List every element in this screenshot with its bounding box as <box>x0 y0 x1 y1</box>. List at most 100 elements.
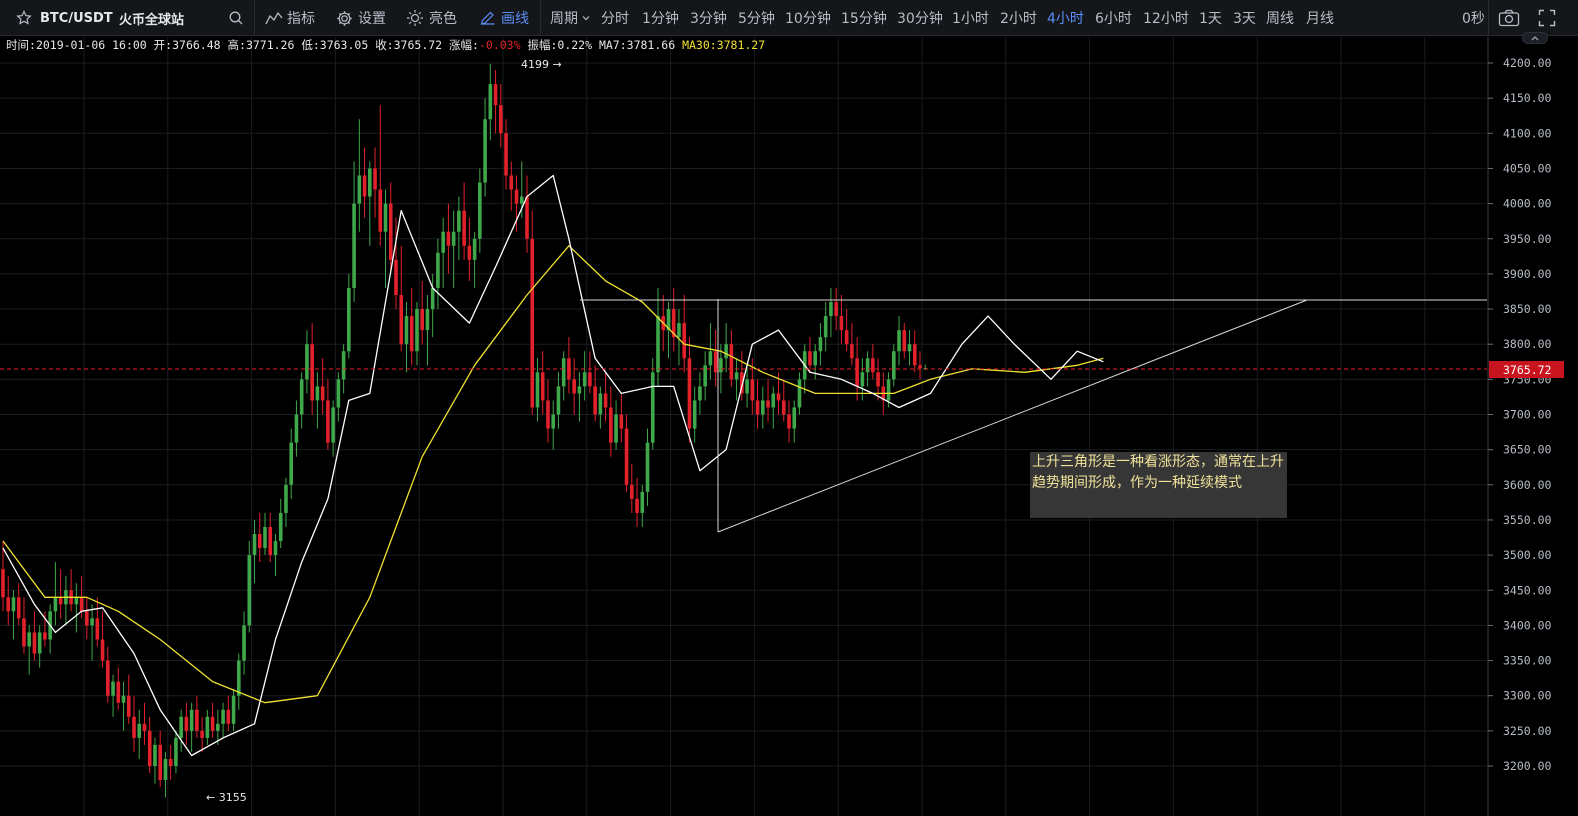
candlestick-chart[interactable]: 3200.00 3250.00 3300.00 3350.00 3400.00 3450.… <box>0 37 1578 816</box>
low-marker-value: 3155 <box>219 791 247 804</box>
period-tab[interactable]: 30分钟 <box>897 0 943 36</box>
candle-body <box>493 84 498 106</box>
high-marker: 4199 → <box>521 58 562 71</box>
candle-body <box>399 294 404 345</box>
candle-body <box>409 316 414 352</box>
close-label: 收: <box>375 38 394 52</box>
candle-body <box>850 344 854 359</box>
camera-icon[interactable] <box>1498 0 1520 36</box>
candle-body <box>404 316 409 345</box>
period-tab[interactable]: 15分钟 <box>841 0 887 36</box>
candle-body <box>472 238 477 260</box>
exchange-name: 火币全球站 <box>119 12 185 28</box>
chart-annotation[interactable]: 上升三角形是一种看涨形态，通常在上升趋势期间形成，作为一种延续模式 <box>1030 452 1287 518</box>
period-tab[interactable]: 分时 <box>601 0 629 36</box>
candle-body <box>635 498 639 513</box>
candle-body <box>53 597 58 612</box>
candle-body <box>624 428 629 485</box>
candle-body <box>184 716 189 731</box>
period-tab[interactable]: 3分钟 <box>690 0 727 36</box>
candle-body <box>525 196 529 239</box>
settings-label: 设置 <box>358 11 386 27</box>
candle-body <box>116 681 121 703</box>
candle-body <box>368 168 372 197</box>
draw-line-label: 画线 <box>501 11 529 27</box>
change-label: 涨幅: <box>449 38 479 52</box>
candle-body <box>504 133 508 176</box>
candle-body <box>205 716 210 738</box>
period-tab[interactable]: 12小时 <box>1143 0 1189 36</box>
candle-body <box>37 632 42 654</box>
candle-body <box>902 330 907 352</box>
draw-line-button[interactable]: 画线 <box>479 0 529 36</box>
open-value: 3766.48 <box>172 38 221 52</box>
candle-body <box>551 414 555 429</box>
candle-body <box>776 393 781 401</box>
period-tab[interactable]: 月线 <box>1306 0 1334 36</box>
current-price-tag: 3765.72 <box>1489 361 1564 378</box>
low-value: 3763.05 <box>319 38 369 52</box>
price-tick-label: 3700.00 <box>1503 408 1552 422</box>
candle-body <box>16 597 21 619</box>
candle-body <box>310 344 314 401</box>
candle-body <box>897 330 901 352</box>
time-label: 时间: <box>6 38 36 52</box>
period-tab[interactable]: 1分钟 <box>642 0 679 36</box>
candle-body <box>912 344 917 366</box>
candle-body <box>11 597 16 612</box>
candle-body <box>226 709 231 724</box>
candle-body <box>373 168 377 190</box>
candle-body <box>907 344 912 352</box>
theme-toggle-button[interactable]: 亮色 <box>406 0 457 36</box>
candle-body <box>257 534 262 549</box>
period-tab[interactable]: 2小时 <box>1000 0 1037 36</box>
candle-body <box>614 414 618 443</box>
ma30-label: MA30: <box>682 38 717 52</box>
candle-body <box>682 323 686 359</box>
candle-body <box>441 231 445 253</box>
candle-body <box>519 196 524 204</box>
price-tick-label: 3900.00 <box>1503 267 1552 281</box>
candle-body <box>719 358 723 373</box>
fullscreen-icon[interactable] <box>1538 0 1556 36</box>
period-tab[interactable]: 1天 <box>1199 0 1222 36</box>
favorite-star-icon[interactable] <box>16 0 32 36</box>
period-label: 周期 <box>550 11 578 27</box>
candle-body <box>289 442 293 485</box>
period-tab[interactable]: 5分钟 <box>738 0 775 36</box>
candle-body <box>153 744 157 766</box>
candle-body <box>509 175 514 190</box>
candle-body <box>829 302 833 317</box>
search-icon[interactable] <box>228 0 244 36</box>
candle-body <box>724 344 728 359</box>
candle-body <box>100 639 105 661</box>
candle-body <box>189 709 194 731</box>
candle-body <box>210 716 215 731</box>
candle-body <box>499 105 503 134</box>
candle-body <box>781 400 786 415</box>
period-tab[interactable]: 周线 <box>1266 0 1294 36</box>
candle-body <box>734 372 739 380</box>
chevron-up-icon <box>1531 36 1539 41</box>
period-tab[interactable]: 10分钟 <box>785 0 831 36</box>
period-tab[interactable]: 3天 <box>1233 0 1256 36</box>
scroll-up-button[interactable] <box>1522 32 1548 44</box>
period-tab[interactable]: 1小时 <box>952 0 989 36</box>
period-tab[interactable]: 6小时 <box>1095 0 1132 36</box>
candle-body <box>745 379 749 394</box>
candle-body <box>598 393 603 415</box>
symbol-name[interactable]: BTC/USDT <box>40 0 113 36</box>
candle-body <box>336 379 341 408</box>
candle-body <box>640 491 645 513</box>
period-tab-active[interactable]: 4小时 <box>1047 0 1084 36</box>
price-axis[interactable]: 3200.00 3250.00 3300.00 3350.00 3400.00 3450.… <box>1487 37 1578 816</box>
period-dropdown[interactable]: 周期 <box>550 0 591 36</box>
candle-body <box>886 379 891 401</box>
candle-body <box>43 632 47 640</box>
candle-body <box>619 414 624 429</box>
settings-button[interactable]: 设置 <box>336 0 386 36</box>
candle-body <box>216 723 220 731</box>
indicators-button[interactable]: 指标 <box>265 0 315 36</box>
candle-body <box>892 351 896 380</box>
candle-body <box>362 175 367 197</box>
